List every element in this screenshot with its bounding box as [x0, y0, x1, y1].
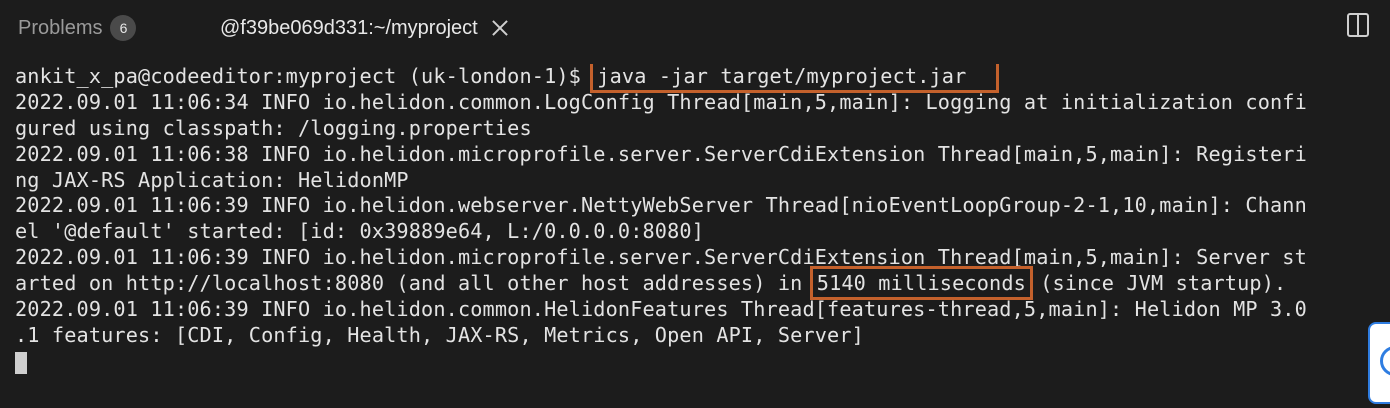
terminal-line: 2022.09.01 11:06:34 INFO io.helidon.comm…	[15, 89, 1307, 114]
panel-tab-bar: Problems 6 @f39be069d331:~/myproject	[0, 0, 1390, 56]
tab-terminal-title: @f39be069d331:~/myproject	[220, 16, 478, 39]
tab-terminal[interactable]: @f39be069d331:~/myproject	[220, 14, 508, 42]
terminal-line: 2022.09.01 11:06:39 INFO io.helidon.comm…	[15, 297, 1307, 322]
floating-assistant-widget[interactable]	[1368, 322, 1390, 404]
terminal-line: ng JAX-RS Application: HelidonMP	[15, 167, 409, 192]
tab-problems-label: Problems	[18, 16, 103, 39]
terminal-cursor-line	[15, 349, 1390, 375]
terminal-output[interactable]: ankit_x_pa@codeeditor:myproject (uk-lond…	[15, 64, 1390, 404]
terminal-line: 2022.09.01 11:06:39 INFO io.helidon.webs…	[15, 193, 1307, 218]
split-editor-icon[interactable]	[1347, 13, 1369, 37]
highlighted-startup-time: 5140 milliseconds	[809, 266, 1033, 301]
terminal-line: 2022.09.01 11:06:39 INFO io.helidon.micr…	[15, 245, 1307, 270]
terminal-line: 2022.09.01 11:06:38 INFO io.helidon.micr…	[15, 141, 1307, 166]
startup-text-after: (since JVM startup).	[1027, 271, 1287, 296]
terminal-cursor	[15, 352, 27, 375]
startup-text-before: arted on http://localhost:8080 (and all …	[15, 271, 815, 296]
terminal-line: gured using classpath: /logging.properti…	[15, 115, 532, 140]
terminal-line: .1 features: [CDI, Config, Health, JAX-R…	[15, 322, 864, 347]
terminal-line: el '@default' started: [id: 0x39889e64, …	[15, 219, 705, 244]
tab-problems[interactable]: Problems 6	[18, 14, 137, 42]
shell-prompt: ankit_x_pa@codeeditor:myproject (uk-lond…	[15, 64, 594, 88]
highlighted-command: java -jar target/myproject.jar	[590, 64, 1000, 93]
terminal-startup-line: arted on http://localhost:8080 (and all …	[15, 266, 1390, 301]
problems-count-badge: 6	[110, 15, 137, 41]
close-icon[interactable]	[492, 20, 508, 36]
terminal-prompt-line: ankit_x_pa@codeeditor:myproject (uk-lond…	[15, 64, 1390, 93]
assistant-icon	[1380, 346, 1390, 376]
